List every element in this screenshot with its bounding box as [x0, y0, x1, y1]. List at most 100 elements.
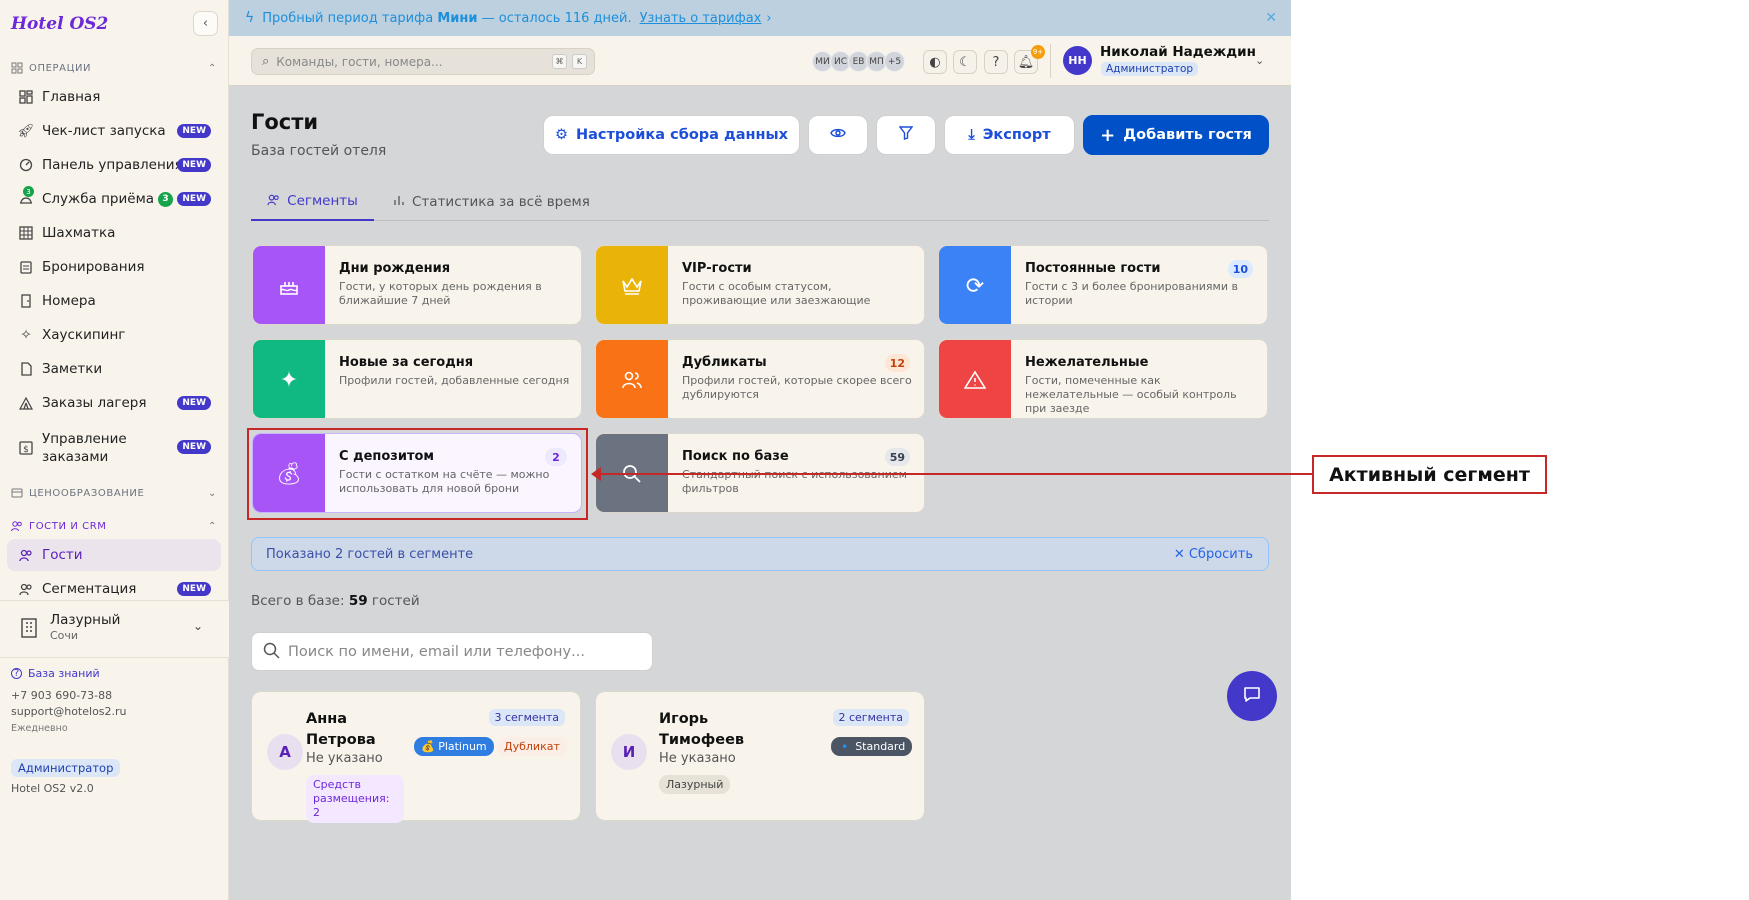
reset-button[interactable]: ✕ Сбросить [1174, 547, 1253, 562]
segment-card-birthdays[interactable]: Дни рождения Гости, у которых день рожде… [252, 245, 582, 325]
clipboard-icon [18, 259, 34, 275]
user-role-badge: Администратор [1101, 62, 1199, 76]
add-guest-button[interactable]: + Добавить гостя [1083, 115, 1269, 155]
filter-button[interactable] [876, 115, 936, 155]
users-icon [18, 581, 34, 597]
banner-prefix: Пробный период тарифа [262, 10, 434, 26]
support-email[interactable]: support@hotelos2.ru [11, 705, 127, 718]
segment-card-undesirable[interactable]: Нежелательные Гости, помеченные как неже… [938, 339, 1268, 419]
new-badge: NEW [177, 440, 211, 454]
sidebar-item-guests[interactable]: Гости [7, 539, 221, 571]
sidebar-item-label: Главная [42, 89, 101, 105]
total-unit: гостей [371, 593, 420, 609]
button-label: Настройка сбора данных [576, 127, 788, 143]
support-phone[interactable]: +7 903 690-73-88 [11, 689, 112, 702]
help-button[interactable]: ? [984, 50, 1008, 74]
sidebar-item-chessboard[interactable]: Шахматка [7, 217, 221, 249]
segment-title: VIP-гости [682, 261, 752, 276]
reception-icon-badge: 3 [23, 186, 34, 197]
annotation-callout: Активный сегмент [1312, 455, 1547, 494]
guest-card[interactable]: А Анна Петрова Не указано 3 сегмента 💰 P… [251, 691, 581, 823]
section-pricing[interactable]: ЦЕНООБРАЗОВАНИЕ ⌄ [11, 487, 217, 499]
sidebar-item-launch-checklist[interactable]: 🚀︎ Чек-лист запуска NEW [7, 115, 221, 147]
segment-title: Дни рождения [339, 261, 451, 276]
bar-chart-icon [393, 194, 405, 210]
sidebar-item-label: Панель управления [42, 157, 183, 173]
sidebar-item-label: Гости [42, 547, 83, 563]
new-badge: NEW [177, 582, 211, 596]
guest-search-input[interactable]: Поиск по имени, email или телефону... [251, 632, 653, 671]
sidebar-item-bookings[interactable]: Бронирования [7, 251, 221, 283]
palette-button[interactable]: ◐ [923, 50, 947, 74]
segment-title: Нежелательные [1025, 355, 1149, 370]
section-guests-crm[interactable]: ГОСТИ И CRM ⌃ [11, 520, 217, 532]
properties-badge: Средств размещения: 2 [306, 775, 404, 823]
users-icon [267, 193, 280, 210]
refresh-icon: ⟳ [939, 246, 1011, 324]
tier-badge: 💰 Platinum [414, 737, 494, 756]
sidebar-item-housekeeping[interactable]: ✧ Хаускипинг [7, 319, 221, 351]
sidebar-item-control-panel[interactable]: Панель управления NEW [7, 149, 221, 181]
sidebar-item-reception[interactable]: 3 Служба приёма 3 NEW [7, 183, 221, 215]
chevron-down-icon: ⌄ [208, 487, 217, 499]
banner-plan: Мини [437, 10, 478, 26]
segments-count-badge: 3 сегмента [488, 709, 565, 726]
chevron-up-icon: ⌃ [208, 520, 217, 532]
new-badge: NEW [177, 158, 211, 172]
theme-button[interactable]: ☾ [953, 50, 977, 74]
chat-button[interactable] [1227, 671, 1277, 721]
segment-card-duplicates[interactable]: Дубликаты Профили гостей, которые скорее… [595, 339, 925, 419]
help-icon: ? [992, 54, 1000, 70]
top-bar: ⌕ Команды, гости, номера... ⌘ K МИ ИС ЕВ… [229, 36, 1291, 86]
hotel-city: Сочи [50, 629, 79, 642]
hotel-switcher[interactable]: Лазурный Сочи ⌄ [0, 600, 229, 658]
sidebar-item-rooms[interactable]: Номера [7, 285, 221, 317]
page-title: Гости [251, 110, 319, 134]
tab-segments[interactable]: Сегменты [251, 183, 374, 221]
segment-desc: Гости с особым статусом, проживающие или… [682, 280, 871, 307]
data-collection-settings-button[interactable]: ⚙ Настройка сбора данных [543, 115, 800, 155]
segment-desc: Гости, у которых день рождения в ближайш… [339, 280, 542, 307]
tabs: Сегменты Статистика за всё время [251, 183, 1269, 221]
close-icon[interactable]: ✕ [1265, 10, 1277, 26]
section-label: ЦЕНООБРАЗОВАНИЕ [29, 487, 145, 499]
segment-card-regulars[interactable]: ⟳ Постоянные гости Гости с 3 и более бро… [938, 245, 1268, 325]
sparkles-icon: ✦ [253, 340, 325, 418]
tab-statistics[interactable]: Статистика за всё время [393, 183, 590, 221]
guest-name: Анна Петрова [306, 711, 376, 748]
command-search-placeholder: Команды, гости, номера... [276, 54, 443, 69]
app-version: Hotel OS2 v2.0 [11, 782, 94, 795]
chevron-down-icon: ⌄ [193, 619, 204, 633]
search-icon [263, 642, 280, 663]
segment-card-new-today[interactable]: ✦ Новые за сегодня Профили гостей, добав… [252, 339, 582, 419]
annotation-arrow-head [591, 467, 601, 481]
user-name[interactable]: Николай Надеждин [1100, 44, 1256, 60]
segment-info-text: Показано 2 гостей в сегменте [266, 546, 474, 562]
collapse-sidebar-button[interactable]: ‹ [193, 11, 218, 36]
chevron-down-icon[interactable]: ⌄ [1255, 54, 1264, 67]
knowledge-base-label: База знаний [28, 667, 100, 680]
knowledge-base-link[interactable]: ? База знаний [11, 667, 100, 680]
segment-card-vip[interactable]: VIP-гости Гости с особым статусом, прожи… [595, 245, 925, 325]
tab-label: Статистика за всё время [412, 194, 590, 210]
export-button[interactable]: ⤓ Экспорт [944, 115, 1075, 155]
view-button[interactable] [808, 115, 868, 155]
pricing-link[interactable]: Узнать о тарифах [640, 11, 762, 26]
sidebar-item-order-management[interactable]: $ Управление заказами NEW [7, 430, 221, 466]
total-guests: Всего в базе: 59 гостей [251, 593, 420, 609]
guest-card[interactable]: И Игорь Тимофеев Не указано 2 сегмента 🔹… [595, 691, 925, 821]
segment-count: 59 [884, 448, 910, 466]
segments-count-badge: 2 сегмента [832, 709, 909, 726]
dollar-icon: $ [18, 440, 34, 456]
sidebar-item-home[interactable]: Главная [7, 81, 221, 113]
online-users[interactable]: МИ ИС ЕВ МП +5 [812, 51, 905, 72]
logo[interactable]: Hotel OS2 [11, 14, 108, 34]
sidebar-item-camp-orders[interactable]: Заказы лагеря NEW [7, 387, 221, 419]
warning-icon [939, 340, 1011, 418]
section-operations[interactable]: ОПЕРАЦИИ ⌃ [11, 62, 217, 74]
command-search-input[interactable]: ⌕ Команды, гости, номера... ⌘ K [251, 48, 595, 75]
sidebar-item-notes[interactable]: Заметки [7, 353, 221, 385]
segment-count: 12 [884, 354, 910, 372]
segment-info-bar: Показано 2 гостей в сегменте ✕ Сбросить [251, 537, 1269, 571]
user-avatar[interactable]: НН [1063, 46, 1092, 75]
